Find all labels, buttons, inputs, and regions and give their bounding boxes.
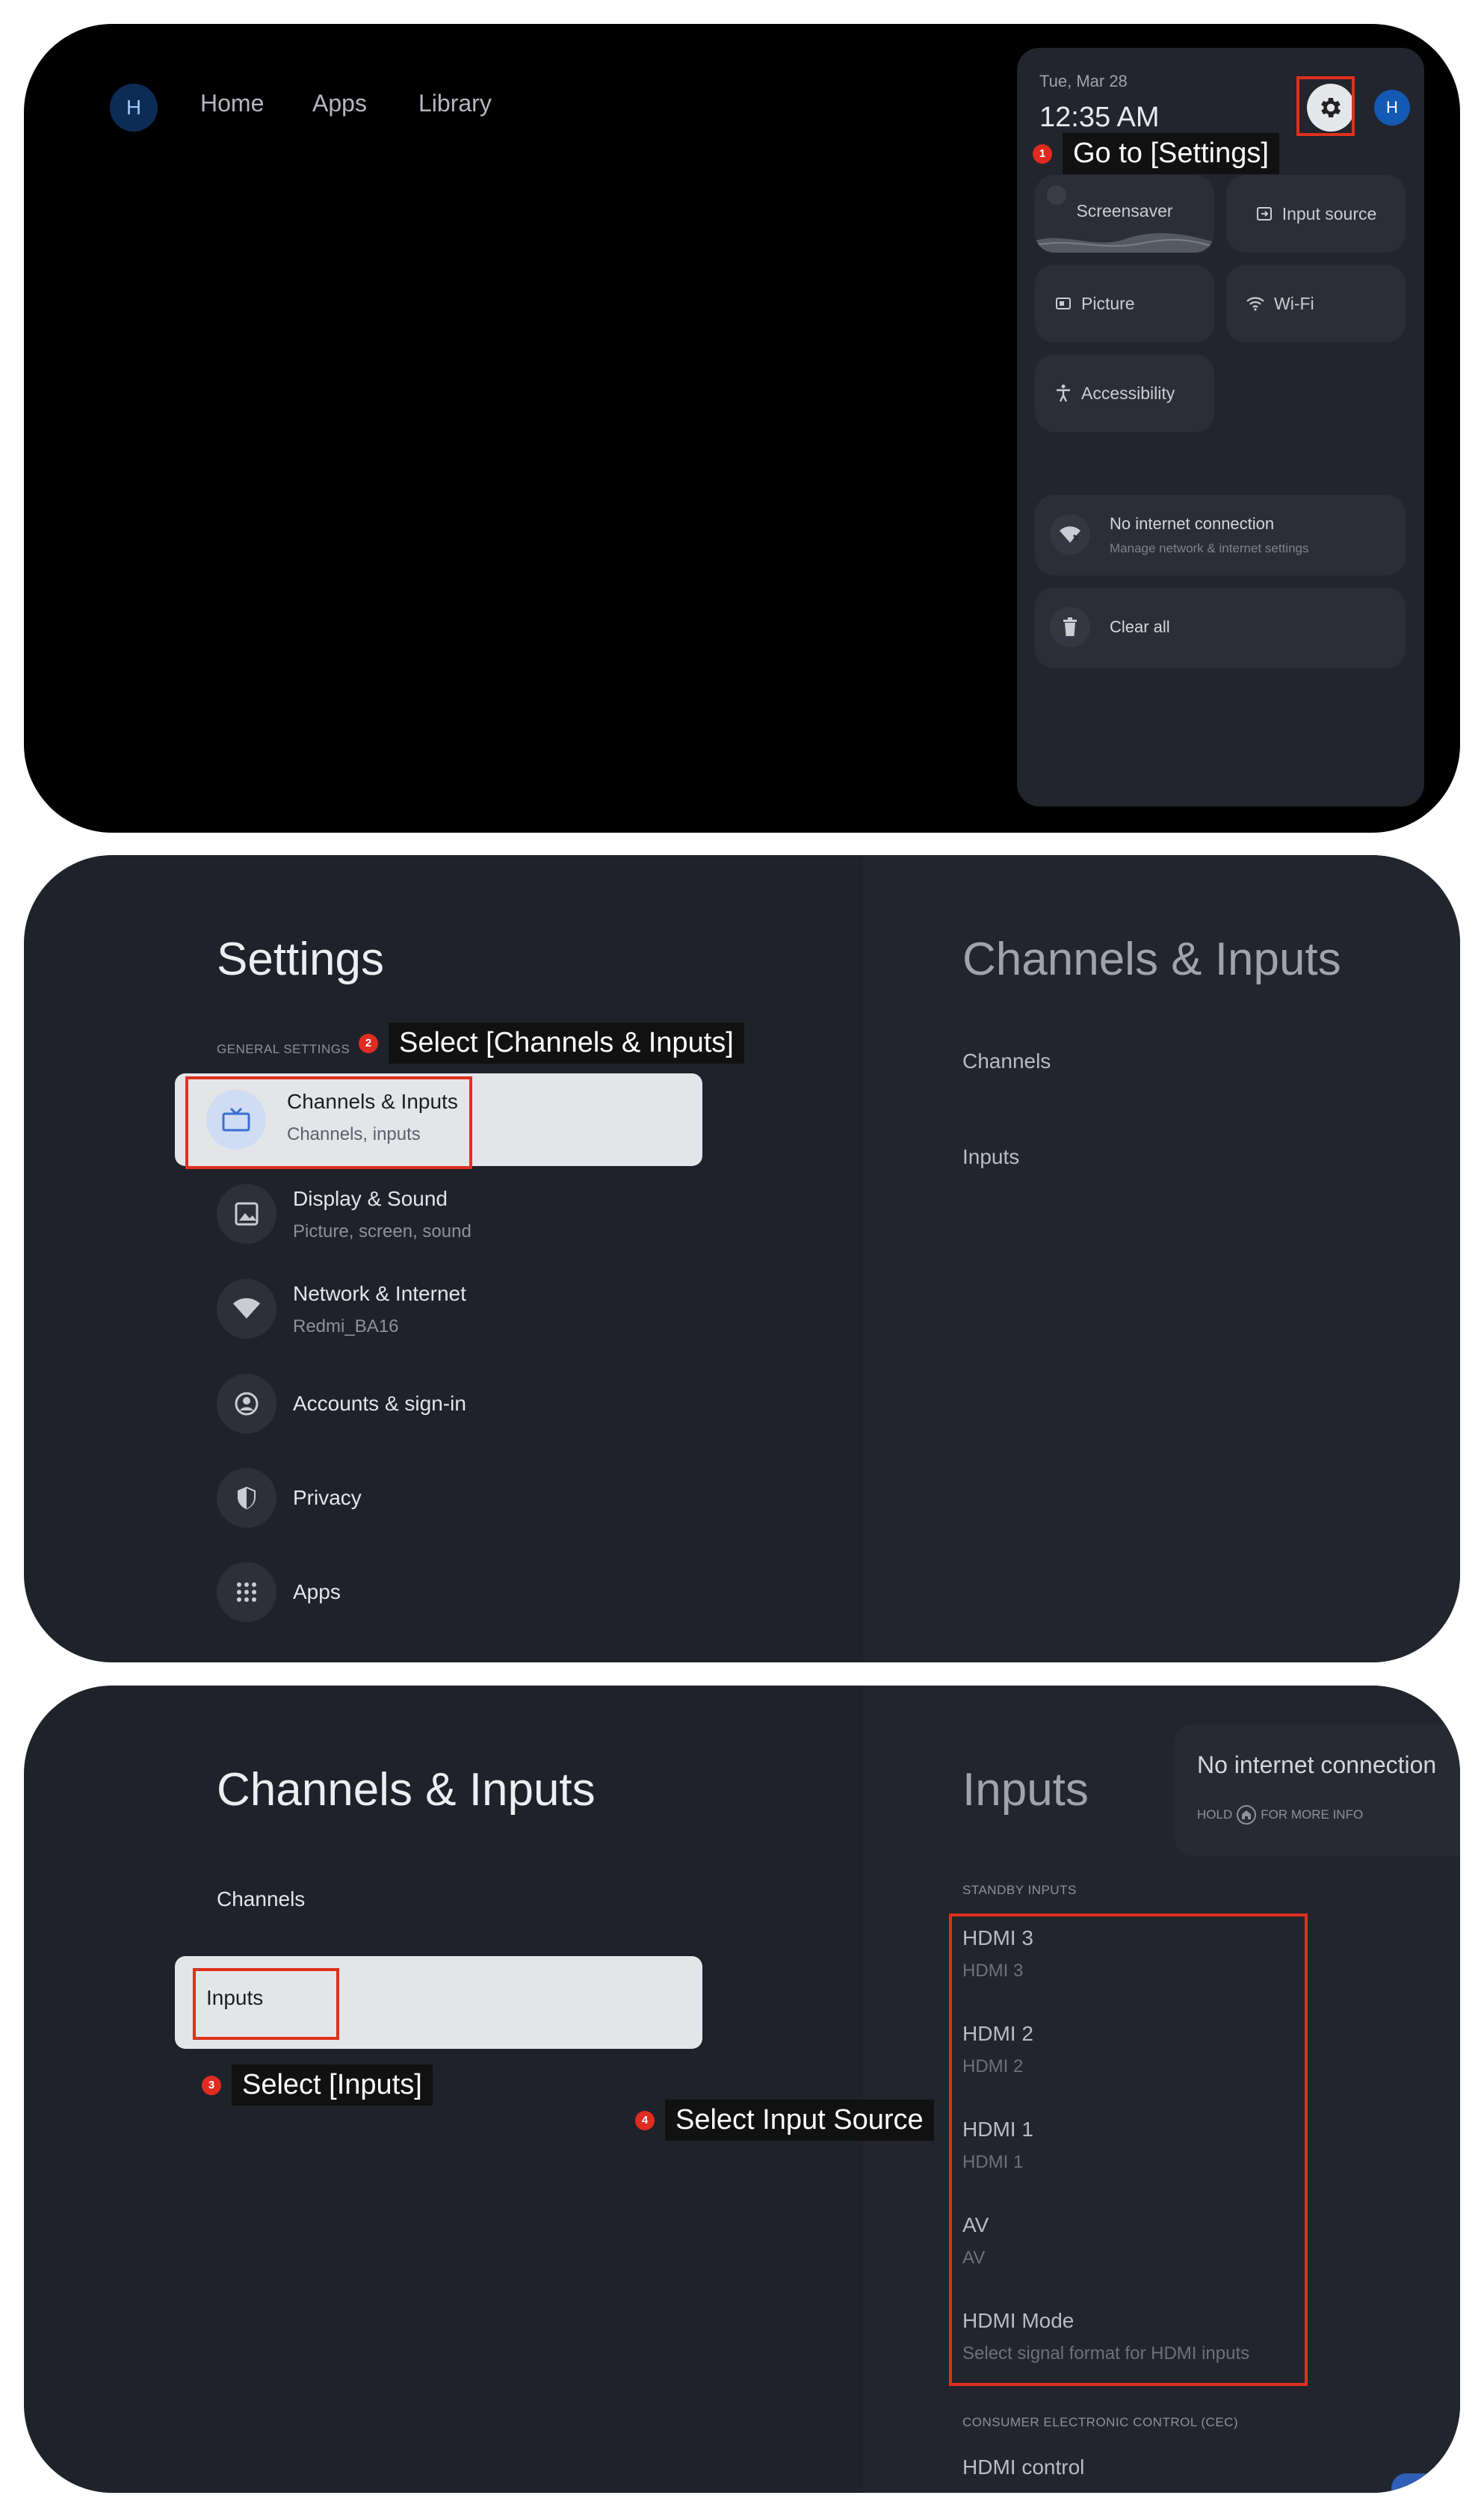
network-icon-circle — [1050, 514, 1090, 555]
network-status-subtitle: Manage network & internet settings — [1110, 541, 1309, 555]
settings-item-privacy[interactable]: Privacy — [293, 1486, 362, 1510]
account-icon — [235, 1392, 259, 1416]
callout-1-number: 1 — [1033, 144, 1052, 164]
right-pane-title: Channels & Inputs — [962, 934, 1341, 985]
settings-item-accounts[interactable]: Accounts & sign-in — [293, 1392, 466, 1416]
screensaver-wave-graphic — [1035, 232, 1214, 253]
nav-library[interactable]: Library — [418, 90, 492, 117]
settings-title: Settings — [217, 934, 385, 985]
toast-more: FOR MORE INFO — [1261, 1807, 1364, 1822]
accessibility-label: Accessibility — [1081, 383, 1175, 403]
right-item-inputs[interactable]: Inputs — [962, 1145, 1019, 1169]
network-status-card[interactable]: No internet connection Manage network & … — [1035, 495, 1406, 576]
toast-hold: HOLD — [1197, 1807, 1233, 1822]
nav-home[interactable]: Home — [200, 90, 264, 117]
channels-inputs-panel: Channels & Inputs Channels Inputs Inputs… — [24, 1686, 1460, 2493]
callout-1-text: Go to [Settings] — [1063, 133, 1279, 174]
shield-icon — [238, 1487, 256, 1509]
callout-3: 3 Select [Inputs] — [202, 2065, 433, 2106]
standby-inputs-label: STANDBY INPUTS — [962, 1883, 1077, 1897]
display-icon-circle — [217, 1184, 276, 1244]
hdmi-control-item[interactable]: HDMI control — [962, 2455, 1084, 2479]
qs-avatar[interactable]: H — [1374, 90, 1410, 126]
profile-avatar[interactable]: H — [110, 84, 158, 132]
channels-inputs-title: Channels & Inputs — [217, 1764, 596, 1816]
apps-icon-circle — [217, 1562, 276, 1622]
home-button-icon — [1237, 1805, 1257, 1825]
general-settings-label: GENERAL SETTINGS — [217, 1042, 350, 1056]
clear-all-card[interactable]: Clear all — [1035, 588, 1406, 668]
nav-apps[interactable]: Apps — [312, 90, 367, 117]
avatar-letter: H — [126, 96, 142, 119]
wifi-off-icon — [1060, 526, 1080, 543]
callout-2-text: Select [Channels & Inputs] — [389, 1023, 744, 1064]
settings-highlight-box — [1296, 76, 1355, 136]
inputs-highlight-box — [193, 1968, 339, 2040]
network-icon-circle — [217, 1279, 276, 1339]
channels-highlight-box — [185, 1076, 472, 1169]
item-subtitle: Redmi_BA16 — [293, 1316, 399, 1336]
trash-icon-circle — [1050, 607, 1090, 647]
qs-avatar-letter: H — [1386, 98, 1398, 117]
qs-date: Tue, Mar 28 — [1039, 72, 1128, 90]
input-source-tile[interactable]: Input source — [1226, 175, 1406, 253]
image-icon — [235, 1202, 259, 1226]
wifi-tile[interactable]: Wi-Fi — [1226, 265, 1406, 342]
callout-4-number: 4 — [635, 2110, 655, 2130]
list-item-channels[interactable]: Channels — [217, 1887, 305, 1911]
screensaver-preview-dot — [1047, 185, 1066, 205]
input-sources-highlight-box — [949, 1914, 1308, 2386]
network-status-title: No internet connection — [1110, 514, 1275, 533]
inputs-title: Inputs — [962, 1764, 1089, 1816]
toast-hint: HOLD FOR MORE INFO — [1197, 1805, 1363, 1825]
qs-time: 12:35 AM — [1039, 102, 1160, 133]
wifi-icon — [1246, 297, 1264, 311]
screensaver-tile[interactable]: Screensaver — [1035, 175, 1214, 253]
wifi-label: Wi-Fi — [1274, 293, 1314, 313]
callout-4-text: Select Input Source — [665, 2100, 934, 2141]
cec-label: CONSUMER ELECTRONIC CONTROL (CEC) — [962, 2415, 1239, 2429]
settings-panel: Settings GENERAL SETTINGS Channels & Inp… — [24, 855, 1460, 1662]
home-icon — [1242, 1810, 1252, 1819]
right-item-channels[interactable]: Channels — [962, 1049, 1051, 1073]
callout-2: 2 Select [Channels & Inputs] — [359, 1023, 744, 1064]
input-source-icon — [1256, 207, 1272, 221]
wifi-icon — [233, 1298, 260, 1319]
picture-label: Picture — [1081, 293, 1135, 313]
picture-icon — [1056, 297, 1071, 309]
no-internet-toast: No internet connection HOLD FOR MORE INF… — [1175, 1724, 1460, 1856]
hdmi-control-toggle[interactable] — [1391, 2473, 1444, 2493]
callout-3-text: Select [Inputs] — [232, 2065, 433, 2106]
privacy-icon-circle — [217, 1468, 276, 1528]
callout-3-number: 3 — [202, 2075, 221, 2095]
screensaver-label: Screensaver — [1076, 200, 1173, 221]
settings-item-network-internet[interactable]: Network & Internet — [293, 1282, 466, 1306]
settings-item-apps[interactable]: Apps — [293, 1580, 341, 1604]
callout-4: 4 Select Input Source — [635, 2100, 934, 2141]
picture-tile[interactable]: Picture — [1035, 265, 1214, 342]
accessibility-icon — [1057, 384, 1070, 402]
toast-title: No internet connection — [1197, 1751, 1437, 1778]
input-source-label: Input source — [1282, 203, 1377, 223]
settings-item-display-sound[interactable]: Display & Sound — [293, 1187, 448, 1211]
callout-1: 1 Go to [Settings] — [1033, 133, 1279, 174]
accessibility-tile[interactable]: Accessibility — [1035, 354, 1214, 432]
home-screen-panel: H Home Apps Library Tue, Mar 28 12:35 AM… — [24, 24, 1460, 833]
apps-grid-icon — [237, 1582, 256, 1602]
clear-all-label: Clear all — [1110, 617, 1170, 636]
account-icon-circle — [217, 1374, 276, 1434]
callout-2-number: 2 — [359, 1033, 378, 1053]
item-subtitle: Picture, screen, sound — [293, 1221, 472, 1242]
trash-icon — [1063, 617, 1077, 636]
